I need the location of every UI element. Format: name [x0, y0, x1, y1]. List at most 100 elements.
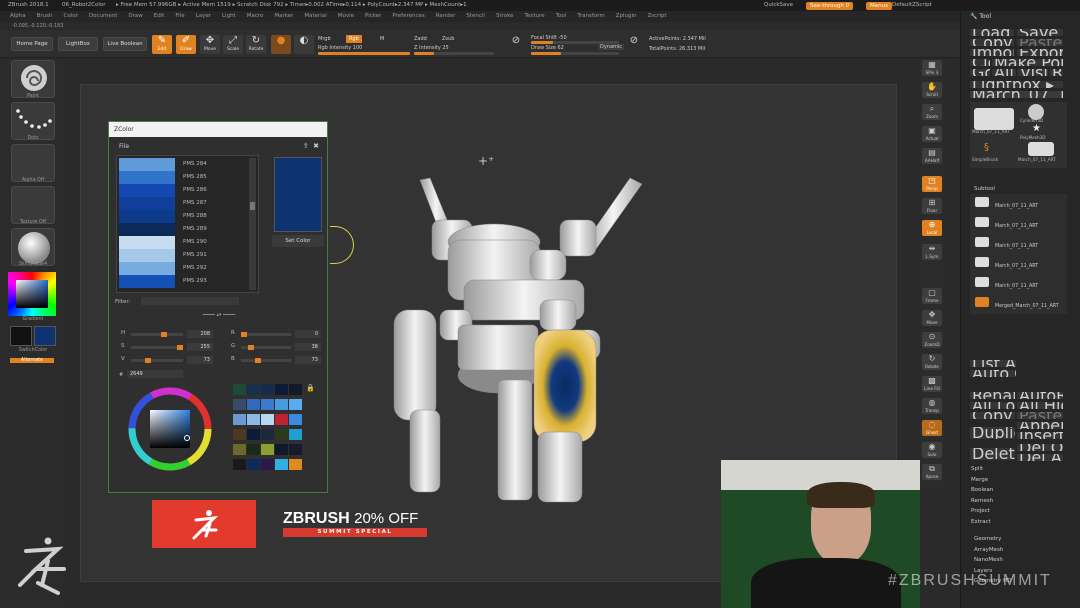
robot-model[interactable]: [380, 170, 670, 515]
ghost-button[interactable]: ◌ Ghost: [922, 420, 942, 436]
menu-brush[interactable]: Brush: [37, 11, 53, 22]
b-slider[interactable]: [241, 358, 291, 363]
secondary-color-swatch[interactable]: [10, 326, 32, 346]
collapse-divider[interactable]: ━━━━ ▴▾ ━━━━: [179, 312, 259, 318]
see-through-slider[interactable]: See-through 0: [806, 1, 854, 10]
load-tool-button[interactable]: Load Tool: [970, 29, 1014, 36]
s-value[interactable]: 255: [187, 343, 213, 351]
main-color-swatch[interactable]: [34, 326, 56, 346]
move-view-button[interactable]: ✥ Move: [922, 310, 942, 326]
set-color-button[interactable]: Set Color: [272, 235, 324, 247]
auto-collapse-button[interactable]: Auto Collapse: [970, 370, 1016, 377]
lightbox-tools-button[interactable]: Lightbox ▸ Tools: [970, 81, 1063, 88]
z-intensity-slider[interactable]: [414, 52, 494, 55]
quicksave-button[interactable]: QuickSave: [764, 0, 793, 11]
swatch-item[interactable]: PMS 291: [119, 249, 247, 262]
material-selector[interactable]: [11, 228, 55, 266]
menu-document[interactable]: Document: [89, 11, 118, 22]
geometry-section[interactable]: Geometry: [974, 534, 1012, 545]
texture-selector[interactable]: [11, 186, 55, 224]
all-low-button[interactable]: All Low: [970, 402, 1015, 409]
g-value[interactable]: 38: [295, 343, 321, 351]
export-button[interactable]: Export: [1017, 49, 1063, 56]
h-value[interactable]: 208: [187, 330, 213, 338]
zcolor-file-menu[interactable]: File: [119, 143, 129, 150]
zadd-toggle[interactable]: Zadd: [414, 36, 427, 42]
swatch-item[interactable]: PMS 284: [119, 158, 247, 171]
draw-size-slider[interactable]: [531, 52, 619, 55]
swatch-scrollbar[interactable]: [249, 158, 256, 290]
default-zscript-button[interactable]: DefaultZScript: [892, 0, 932, 11]
swatch-item[interactable]: PMS 286: [119, 184, 247, 197]
rename-button[interactable]: Rename: [970, 392, 1015, 399]
menu-tool[interactable]: Tool: [556, 11, 567, 22]
local-button[interactable]: ⊕ Local: [922, 220, 942, 236]
list-all-button[interactable]: List All: [970, 360, 1016, 367]
menu-color[interactable]: Color: [64, 11, 78, 22]
line-fill-button[interactable]: ▩ Line Fill: [922, 376, 942, 392]
menu-layer[interactable]: Layer: [196, 11, 211, 22]
menu-transform[interactable]: Transform: [577, 11, 604, 22]
live-boolean-button[interactable]: Live Boolean: [103, 37, 147, 51]
menu-file[interactable]: File: [175, 11, 184, 22]
filter-input[interactable]: [141, 297, 239, 305]
swatch-list[interactable]: PMS 284 PMS 285 PMS 286 PMS 287 PMS 288 …: [116, 155, 259, 293]
swatch-item[interactable]: PMS 293: [119, 275, 247, 288]
menu-texture[interactable]: Texture: [525, 11, 545, 22]
promo-logo-button[interactable]: [152, 500, 256, 548]
del-all-button[interactable]: Del All: [1017, 454, 1063, 461]
paste-button[interactable]: Paste: [1017, 412, 1063, 419]
save-as-button[interactable]: Save As: [1017, 29, 1063, 36]
rgb-toggle[interactable]: Rgb: [346, 35, 362, 43]
menu-draw[interactable]: Draw: [128, 11, 142, 22]
merge-menu[interactable]: Merge: [971, 475, 993, 486]
menu-edit[interactable]: Edit: [154, 11, 165, 22]
menu-stroke[interactable]: Stroke: [496, 11, 514, 22]
remesh-menu[interactable]: Remesh: [971, 496, 993, 507]
paste-tool-button[interactable]: Paste Tool: [1017, 39, 1063, 46]
move-mode-button[interactable]: ✥ Move: [200, 35, 220, 54]
zoom-button[interactable]: ⌕ Zoom: [922, 104, 942, 120]
polymesh-star-icon[interactable]: ★: [1032, 123, 1041, 134]
tool-thumb[interactable]: [1028, 142, 1054, 156]
color-wheel[interactable]: [119, 384, 221, 474]
subtool-row[interactable]: March_07_11_ART: [975, 217, 1075, 229]
split-menu[interactable]: Split: [971, 464, 993, 475]
r-value[interactable]: 0: [295, 330, 321, 338]
export-icon[interactable]: ⇪: [303, 142, 309, 150]
rotate-mode-button[interactable]: ↻ Rotate: [246, 35, 266, 54]
menus-button[interactable]: Menus: [866, 1, 892, 10]
lsym-button[interactable]: ⇹ L.Sym: [922, 244, 942, 260]
edit-mode-button[interactable]: ✎ Edit: [152, 35, 172, 54]
menu-movie[interactable]: Movie: [338, 11, 354, 22]
stroke-selector[interactable]: [11, 102, 55, 140]
goz-button[interactable]: GoZ: [970, 69, 990, 76]
arraymesh-section[interactable]: ArrayMesh: [974, 545, 1012, 556]
m-toggle[interactable]: M: [380, 36, 384, 42]
duplicate-button[interactable]: Duplicate: [970, 427, 1015, 439]
delete-button[interactable]: Delete: [970, 448, 1015, 460]
simplebrush-icon[interactable]: §: [984, 142, 989, 153]
swatch-item[interactable]: PMS 289: [119, 223, 247, 236]
subtool-row[interactable]: March_07_11_ART: [975, 277, 1075, 289]
focal-icon-button[interactable]: ⊘: [508, 35, 524, 54]
import-button[interactable]: Import: [970, 49, 1014, 56]
menu-macro[interactable]: Macro: [247, 11, 264, 22]
brush-selector[interactable]: [11, 60, 55, 98]
menu-zscript[interactable]: Zscript: [647, 11, 666, 22]
g-slider[interactable]: [241, 345, 291, 350]
transp-button[interactable]: ◍ Transp: [922, 398, 942, 414]
menu-picker[interactable]: Picker: [365, 11, 381, 22]
alternate-button[interactable]: Alternate: [10, 358, 54, 363]
menu-light[interactable]: Light: [222, 11, 236, 22]
r-button[interactable]: R: [1050, 69, 1063, 76]
swatch-item[interactable]: PMS 292: [119, 262, 247, 275]
all-high-button[interactable]: All High: [1017, 402, 1063, 409]
scroll-button[interactable]: ✋ Scroll: [922, 82, 942, 98]
home-page-button[interactable]: Home Page: [11, 37, 53, 51]
frame-button[interactable]: ▢ Frame: [922, 288, 942, 304]
r-slider[interactable]: [241, 332, 291, 337]
subtool-row[interactable]: March_07_11_ART: [975, 197, 1075, 209]
autoreorder-button[interactable]: AutoReorder: [1017, 392, 1063, 399]
append-button[interactable]: Append: [1017, 422, 1063, 429]
